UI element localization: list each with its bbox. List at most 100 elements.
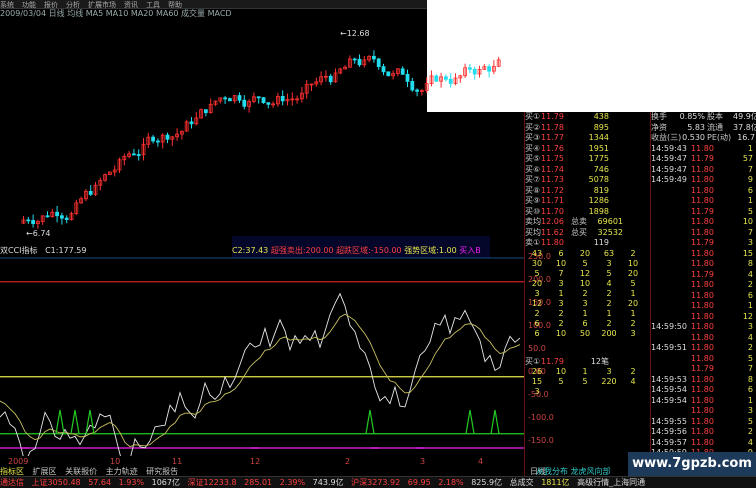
tick-time: 14:59:56: [651, 427, 687, 436]
cci-line-1: [0, 292, 521, 456]
tick-time: [651, 406, 691, 417]
tick-volume: 5: [747, 416, 753, 426]
queue-cell: 2: [630, 367, 636, 376]
sz-index: 深证12233.8: [187, 478, 237, 487]
queue-cell: 10: [555, 258, 567, 268]
tick-volume: 7: [747, 364, 753, 373]
level-label: 卖①: [525, 238, 541, 247]
tick-volume: 8: [747, 374, 753, 384]
queue-cell: 63: [603, 248, 615, 258]
tick-price: 11.79: [691, 238, 714, 247]
tick-volume: 2: [747, 280, 753, 289]
queue-cell: [549, 387, 573, 397]
candlestick-chart[interactable]: ←12.68←6.7411.90: [0, 20, 524, 248]
sell-avg: 卖均 12.06 总卖 69601: [525, 217, 651, 228]
queue-cell: 6: [558, 248, 564, 258]
bottom-tabs[interactable]: 指标区 扩展区 关联报价 主力轨迹 研究报告 日线: [0, 466, 546, 476]
queue-cell: 3: [534, 387, 540, 396]
tick-panel: 换手 0.85% 股本 49.9亿 净资 5.83 流通 37.8亿 收益(三) 0.530 PE(…: [650, 112, 756, 476]
tick-time: 14:59:57: [651, 437, 687, 447]
level-volume: 5078: [588, 175, 609, 184]
buy-level: 买⑥ 11.74 746: [525, 165, 651, 176]
tick-time: [651, 291, 691, 302]
tick-time: [651, 238, 691, 249]
tick-row: 11.79 7: [651, 364, 756, 375]
tick-time: [651, 196, 691, 207]
queue-cell: 2: [558, 318, 564, 328]
tick-price: 11.79: [691, 206, 714, 216]
tick-volume: 1: [747, 395, 753, 405]
tick-row: 14:59:47 11.80 7: [651, 165, 756, 176]
candle-body: [189, 121, 194, 125]
queue-cell: 1: [630, 288, 636, 298]
tab-indicator[interactable]: 指标区: [0, 467, 24, 476]
tick-row: 11.79 3: [651, 238, 756, 249]
tab-related[interactable]: 关联报价: [65, 467, 97, 476]
tick-row: 14:59:51 11.80 2: [651, 343, 756, 354]
queue-cell: 26: [531, 367, 543, 376]
level-volume: 1286: [588, 196, 609, 205]
tick-volume: 57: [742, 154, 753, 163]
stat-row: 收益(三) 0.530 PE(动) 16.7: [651, 133, 756, 144]
tick-volume: 7: [747, 227, 753, 237]
tick-time: [651, 301, 691, 312]
tick-time: [651, 270, 691, 281]
queue-cell: 1: [606, 308, 612, 318]
tick-volume: 4: [747, 269, 753, 279]
tick-time: [651, 217, 691, 228]
queue-cell: 15: [531, 377, 543, 386]
level-price: 11.78: [541, 122, 564, 132]
tick-row: 11.80 6: [651, 186, 756, 197]
level-volume: 1344: [588, 133, 609, 142]
queue-row: 12 3 3 2 20: [525, 299, 651, 309]
queue-cell: 2: [630, 248, 636, 258]
tab-main-track[interactable]: 主力轨迹: [106, 467, 138, 476]
candle-body: [371, 55, 376, 60]
stat-row: 换手 0.85% 股本 49.9亿: [651, 112, 756, 123]
hs-amt: 825.9亿: [471, 478, 503, 487]
candle-body: [472, 68, 477, 75]
tick-volume: 3: [747, 406, 753, 415]
level-volume: 1951: [588, 143, 609, 153]
tick-row: 14:59:55 11.80 5: [651, 417, 756, 428]
tick-price: 11.80: [691, 164, 714, 174]
sh-change: 57.64: [88, 478, 112, 487]
tick-time: [651, 259, 691, 270]
queue-cell: 2: [582, 288, 588, 298]
sh-amt: 1067亿: [151, 478, 180, 487]
tick-row: 11.80 7: [651, 228, 756, 239]
candle-body: [448, 78, 453, 84]
tick-time: 14:59:50: [651, 322, 687, 331]
sh-index: 上证3050.48: [31, 478, 81, 487]
candle-body: [242, 99, 247, 107]
queue-cell: [621, 387, 645, 397]
tick-row: 14:59:49 11.80 9: [651, 175, 756, 186]
total-label: 总成交: [509, 478, 534, 487]
cci-indicator-chart[interactable]: [0, 248, 524, 456]
sell-avg-value: 69601: [597, 217, 623, 226]
queue-cell: 30: [531, 258, 543, 268]
tick-row: 11.80 15: [651, 249, 756, 260]
queue-cell: 200: [601, 328, 617, 338]
tick-time: [651, 228, 691, 239]
tick-volume: 15: [742, 248, 753, 258]
tick-row: 11.80 2: [651, 280, 756, 291]
level-label: 买⑩: [525, 206, 541, 216]
queue-row: 2 2 1 1 1: [525, 309, 651, 319]
tab-extend[interactable]: 扩展区: [33, 467, 57, 476]
queue-cell: 3: [582, 298, 588, 308]
tick-row: 11.80 6: [651, 291, 756, 302]
candle-body: [155, 140, 160, 143]
low-label: ←6.74: [26, 229, 51, 238]
candle-body: [400, 68, 405, 75]
tick-volume: 5: [747, 353, 753, 363]
queue-cell: 5: [582, 377, 588, 386]
stat-key: 换手: [651, 112, 667, 121]
tick-time: 14:59:47: [651, 164, 687, 174]
queue-row: 26 10 1 3 2: [525, 367, 651, 377]
tab-research[interactable]: 研究报告: [146, 467, 178, 476]
tick-price: 11.80: [691, 301, 714, 310]
buy-avg-label: 买均: [525, 227, 541, 237]
tick-volume: 6: [747, 185, 753, 195]
